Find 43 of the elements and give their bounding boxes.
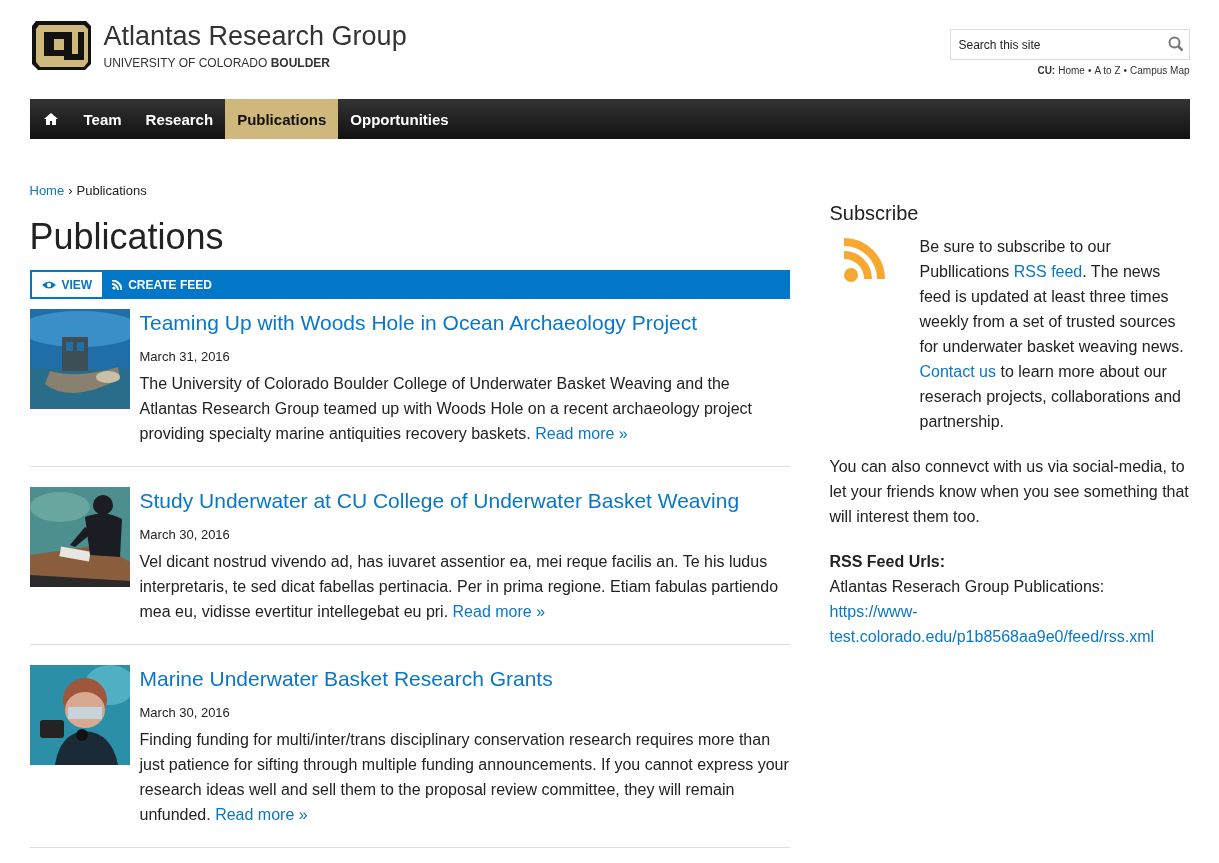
subscribe-text: Be sure to subscribe to our Publlications RSS feed. The news feed is updated at least three times weekly from a set of trusted sources for underwater basket weaving news. Contact us to learn more about our reserach projects, collaborations and partnership. — [919, 237, 1185, 432]
article-date: March 30, 2016 — [139, 527, 231, 542]
breadcrumb-current: Publications — [76, 183, 147, 198]
nav-link[interactable]: Research — [133, 99, 226, 139]
social-text: You can also connevct with us via social-media, to let your friends know when you see something that will interest them too. — [829, 457, 1190, 527]
read-more-link[interactable]: Read more » — [452, 603, 546, 620]
tab[interactable]: CREATE FEED — [102, 270, 222, 299]
read-more-link[interactable]: Read more » — [535, 425, 628, 442]
tab[interactable]: VIEW — [31, 272, 103, 297]
feed-name: Atlantas Reserach Group Publications: — [829, 577, 1106, 597]
article-summary: Vel dicant nostrud vivendo ad, has iuvaret assentior ea, mei reque facilis an. Te his ludus interpretaris, te sed dicat fabellas pertinacia. Per in prima regione. Etiam fabulas partiendo mea eu, vidisse evertitur intellegebat eu pri. Read more » — [139, 552, 780, 622]
separator: • — [1123, 65, 1128, 76]
nav-link[interactable]: Publications — [225, 99, 339, 139]
nav-link[interactable]: Team — [71, 99, 134, 139]
university-name: UNIVERSITY OF COLORADO BOULDER — [103, 55, 331, 70]
search-icon[interactable] — [1167, 36, 1184, 52]
article-date: March 30, 2016 — [139, 705, 231, 720]
home-icon — [43, 112, 58, 126]
article-date: March 31, 2016 — [139, 349, 231, 364]
feed-icon — [112, 279, 123, 290]
article-title-link[interactable]: Marine Underwater Basket Research Grants — [139, 667, 790, 691]
cu-link[interactable]: A to Z — [1094, 65, 1121, 76]
feed-url-link[interactable]: https://www-test.colorado.edu/p1b8568aa9e0/feed/rss.xml — [829, 599, 1190, 649]
article-title-link[interactable]: Teaming Up with Woods Hole in Ocean Archaeology Project — [139, 311, 790, 335]
feed-urls-heading: RSS Feed Urls: — [829, 552, 947, 572]
cu-label: CU: — [1037, 65, 1056, 76]
cu-link[interactable]: Campus Map — [1130, 65, 1190, 76]
article-summary: Finding funding for multi/inter/trans disciplinary conservation research requires more than just patience for sifting through multiple funding announcements. If you cannot express your research ideas well and sell them to the proposal review committee, they will remain unfunded. Read more » — [139, 730, 790, 825]
eye-icon — [41, 279, 56, 290]
page-title: Publications — [29, 216, 225, 258]
read-more-link[interactable]: Read more » — [215, 806, 308, 823]
text-link[interactable]: RSS feed — [1013, 263, 1083, 280]
breadcrumb-separator: › — [68, 183, 73, 198]
site-title[interactable]: Atlantas Research Group — [103, 22, 407, 52]
article-title-link[interactable]: Study Underwater at CU College of Underwater Basket Weaving — [139, 489, 790, 513]
article-summary: The University of Colorado Boulder College of Underwater Basket Weaving and the Atlantas Research Group teamed up with Woods Hole on a recent archaeology project providing specialty marine antiquities recovery baskets. Read more » — [139, 374, 753, 444]
cu-link[interactable]: Home — [1058, 65, 1085, 76]
text-link[interactable]: Contact us — [919, 363, 996, 380]
sidebar-heading: Subscribe — [829, 201, 920, 226]
nav-link[interactable]: Opportunities — [338, 99, 461, 139]
breadcrumb-link[interactable]: Home — [29, 183, 65, 198]
separator: • — [1087, 65, 1092, 76]
search-field[interactable]: Search this site — [949, 29, 1190, 60]
